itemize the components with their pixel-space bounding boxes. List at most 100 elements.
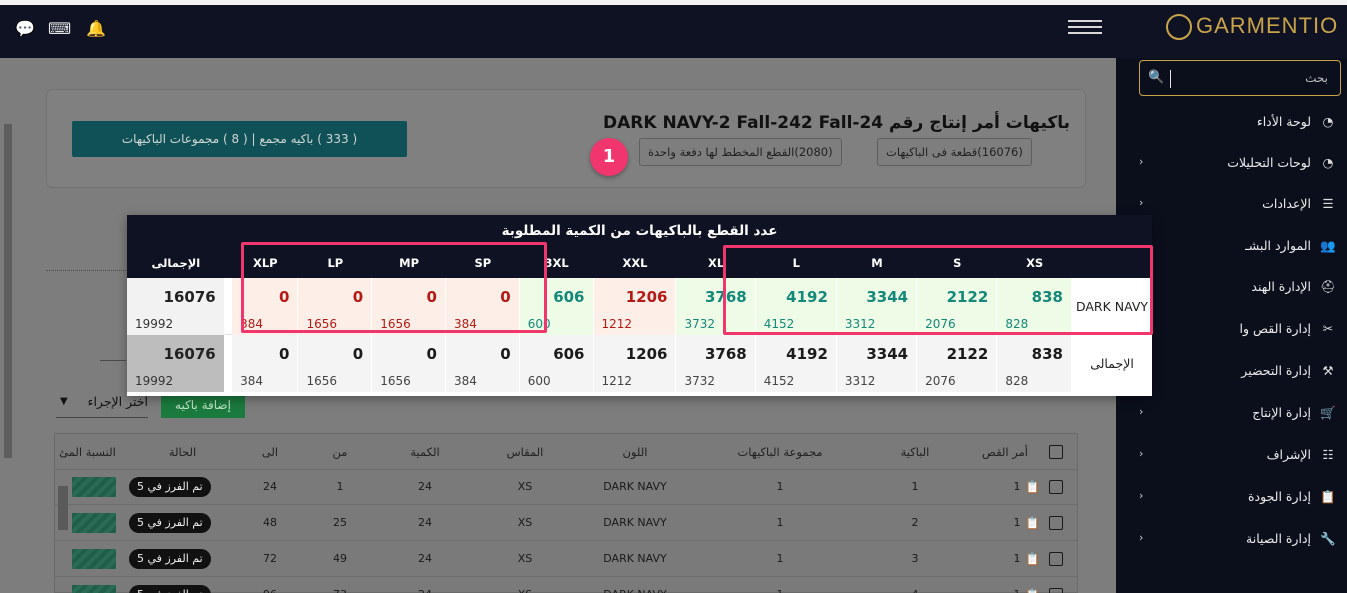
th-bundle[interactable]: الباكية: [865, 434, 965, 470]
th-percent[interactable]: النسبة المئ: [55, 434, 120, 470]
sidebar-item-label: الإدارة الهند: [1251, 279, 1311, 294]
keyboard-icon[interactable]: ⌨: [48, 19, 71, 38]
row-checkbox[interactable]: [1049, 480, 1063, 494]
cell-to: 96: [235, 577, 305, 593]
required-value: 1656: [380, 374, 411, 388]
chevron-left-icon: ‹: [1139, 405, 1144, 418]
sidebar-item-label: إدارة الإنتاج: [1252, 405, 1311, 420]
search-input[interactable]: بحث: [1305, 71, 1328, 85]
cell-bundle: 2: [911, 516, 919, 529]
select-all-checkbox[interactable]: [1049, 445, 1063, 459]
chevron-down-icon: ▼: [60, 396, 68, 407]
chat-icon[interactable]: 💬: [15, 19, 35, 38]
modal-cell-S: 2122 2076: [917, 335, 998, 392]
th-from[interactable]: من: [305, 434, 375, 470]
table-row[interactable]: 2 1 DARK NAVY XS 24 25 48 1 📋 تم الفرز في 5: [55, 505, 1077, 541]
helmet-icon: ⛑: [1320, 279, 1336, 294]
th-to[interactable]: الى: [235, 434, 305, 470]
menu-toggle-icon[interactable]: [1068, 20, 1102, 36]
th-cut-order[interactable]: أمر القص: [965, 434, 1045, 470]
sidebar-item-1[interactable]: ◔ لوحات التحليلات ‹: [1137, 155, 1337, 175]
cell-bundle-group: 1: [695, 577, 865, 593]
cell-size: XS: [517, 552, 533, 565]
sidebar-item-0[interactable]: ◔ لوحة الأداء: [1137, 114, 1337, 134]
clipboard-icon[interactable]: 📋: [1025, 516, 1040, 530]
row-checkbox[interactable]: [1049, 552, 1063, 566]
table-row[interactable]: 41DARK NAVYXS2473961📋تم الفرز في 5: [55, 577, 1077, 593]
brand-logo[interactable]: GARMENTIO: [1166, 13, 1338, 41]
chevron-left-icon: ‹: [1139, 489, 1144, 502]
clipboard-icon[interactable]: 📋: [1025, 552, 1040, 566]
modal-th-الإجمالى: الإجمالى: [151, 256, 201, 270]
cell-bundle: 3: [911, 552, 919, 565]
th-status[interactable]: الحالة: [130, 434, 235, 470]
dashboard-icon: ◔: [1322, 155, 1334, 170]
cell-bundle-group: 1: [776, 552, 784, 565]
table-row[interactable]: 1 1 DARK NAVY XS 24 1 24 1 📋 تم الفرز في 5: [55, 469, 1077, 505]
table-row[interactable]: 3 1 DARK NAVY XS 24 49 72 1 📋 تم الفرز في 5: [55, 541, 1077, 577]
actual-value: 838: [1031, 345, 1063, 363]
sidebar-item-label: الإعدادات: [1262, 196, 1311, 211]
row-checkbox[interactable]: [1049, 516, 1063, 530]
status-badge: تم الفرز في 5: [129, 477, 211, 497]
planned-pieces-chip: (2080)القطع المخطط لها دفعة واحدة: [639, 138, 842, 166]
modal-cell-MP: 0 1656: [372, 335, 446, 392]
bell-icon[interactable]: 🔔: [86, 19, 106, 38]
page-scrollbar[interactable]: [4, 124, 12, 458]
bundle-groups-button[interactable]: ( 333 ) باكيه مجمع | ( 8 ) مجموعات الباك…: [72, 121, 407, 157]
th-color[interactable]: اللون: [575, 434, 695, 470]
sidebar-item-10[interactable]: 🔧 إدارة الصيانة ‹: [1137, 531, 1337, 551]
actual-value: 16076: [163, 345, 216, 363]
cell-bundle-group: 1: [776, 480, 784, 493]
sidebar-item-6[interactable]: ⚒إدارة التحضير‹: [1137, 363, 1337, 383]
required-value: 1656: [306, 374, 338, 388]
modal-cell-3XL: 606 600: [519, 335, 594, 392]
divider: [46, 270, 126, 271]
sidebar-search[interactable]: 🔍 بحث: [1139, 60, 1341, 96]
cell-size: XS: [517, 480, 533, 493]
required-value: 384: [240, 374, 263, 388]
table-header-row: أمر القص الباكية مجموعة الباكيهات اللون …: [55, 434, 1077, 470]
cell-bundle-group: 1: [776, 516, 784, 529]
table-scrollbar[interactable]: [58, 486, 68, 530]
actual-value: 606: [553, 345, 585, 363]
modal-th-XXL: XXL: [622, 256, 648, 270]
sidebar-item-label: لوحة الأداء: [1256, 114, 1311, 129]
cell-qty: 24: [418, 516, 432, 529]
sidebar-item-8[interactable]: ☷ الإشراف ‹: [1137, 447, 1337, 467]
required-value: 600: [527, 374, 551, 388]
th-bundle-group[interactable]: مجموعة الباكيهات: [695, 434, 865, 470]
th-size[interactable]: المقاس: [475, 434, 575, 470]
cell-qty: 24: [418, 480, 432, 493]
modal-row-total: 16076 19992 0 384 0 1656 0 1656 0 384 606 600 1206 12…: [127, 335, 1152, 392]
row-checkbox[interactable]: [1049, 588, 1063, 593]
sidebar-item-label: إدارة الصيانة: [1246, 531, 1311, 546]
actual-value: 0: [500, 345, 511, 363]
cell-from: 25: [333, 516, 347, 529]
required-value: 1212: [601, 374, 633, 388]
sidebar-item-label: إدارة القص وا: [1239, 321, 1311, 336]
pieces-in-bundles-chip: (16076)قطعة فى الباكيهات: [877, 138, 1032, 166]
sidebar-item-5[interactable]: ✂إدارة القص وا‹: [1137, 321, 1337, 341]
sidebar-item-9[interactable]: 📋 إدارة الجودة ‹: [1137, 489, 1337, 509]
action-select[interactable]: ▼ اختر الإجراء: [56, 394, 148, 418]
modal-cell-M: 3344 3312: [836, 335, 918, 392]
search-icon: 🔍: [1148, 70, 1165, 85]
cell-to: 48: [263, 516, 277, 529]
sidebar-item-4[interactable]: ⛑الإدارة الهند‹: [1137, 279, 1337, 299]
clipboard-icon[interactable]: 📋: [1025, 480, 1040, 494]
sliders-icon: ☰: [1322, 196, 1334, 211]
cell-to: 24: [263, 480, 277, 493]
cell-color: DARK NAVY: [603, 480, 667, 493]
sidebar-item-3[interactable]: 👥الموارد البشـ‹: [1137, 238, 1337, 258]
modal-cell-total: 16076 19992: [127, 278, 225, 335]
cell-qty: 24: [375, 577, 475, 593]
sidebar-item-label: إدارة الجودة: [1248, 489, 1311, 504]
actual-value: 3344: [866, 345, 909, 363]
progress-bar: [72, 585, 116, 593]
sidebar-item-7[interactable]: 🛒 إدارة الإنتاج ‹: [1137, 405, 1337, 425]
clipboard-icon[interactable]: 📋: [1025, 588, 1040, 593]
th-qty[interactable]: الكمية: [375, 434, 475, 470]
sidebar-item-2[interactable]: ☰ الإعدادات ‹: [1137, 196, 1337, 216]
actual-value: 606: [553, 288, 585, 306]
